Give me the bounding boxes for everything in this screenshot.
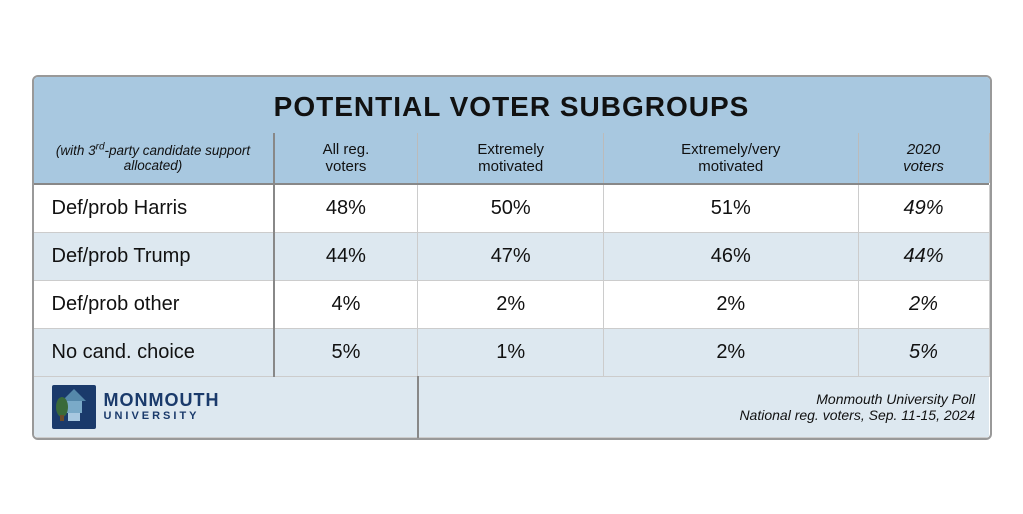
- col-header-2020: 2020voters: [858, 133, 989, 183]
- row-col1: 48%: [274, 185, 418, 233]
- col-header-label: (with 3rd-party candidate support alloca…: [34, 133, 274, 183]
- footer-row: MONMOUTH UNIVERSITY Monmouth University …: [34, 376, 990, 437]
- logo-area: MONMOUTH UNIVERSITY: [52, 385, 403, 429]
- data-table: (with 3rd-party candidate support alloca…: [34, 133, 990, 438]
- table-wrapper: (with 3rd-party candidate support alloca…: [34, 133, 990, 438]
- table-row: Def/prob Trump 44% 47% 46% 44%: [34, 232, 990, 280]
- row-col2: 47%: [418, 232, 604, 280]
- logo-text: MONMOUTH UNIVERSITY: [104, 391, 220, 423]
- col-header-extremely-very: Extremely/verymotivated: [604, 133, 858, 183]
- main-card: POTENTIAL VOTER SUBGROUPS (with 3rd-part…: [32, 75, 992, 440]
- row-col1: 44%: [274, 232, 418, 280]
- row-col2: 2%: [418, 280, 604, 328]
- row-label: Def/prob other: [34, 280, 274, 328]
- card-header: POTENTIAL VOTER SUBGROUPS: [34, 77, 990, 133]
- col-header-all-reg: All reg.voters: [274, 133, 418, 183]
- poll-name: Monmouth University Poll: [816, 391, 975, 407]
- poll-details: National reg. voters, Sep. 11-15, 2024: [739, 407, 975, 423]
- table-row: Def/prob other 4% 2% 2% 2%: [34, 280, 990, 328]
- table-row: No cand. choice 5% 1% 2% 5%: [34, 328, 990, 376]
- row-col3: 51%: [604, 185, 858, 233]
- row-label: Def/prob Harris: [34, 185, 274, 233]
- row-col1: 5%: [274, 328, 418, 376]
- row-col3: 2%: [604, 328, 858, 376]
- monmouth-logo-icon: [52, 385, 96, 429]
- header-row: (with 3rd-party candidate support alloca…: [34, 133, 990, 183]
- row-col3: 2%: [604, 280, 858, 328]
- table-row: Def/prob Harris 48% 50% 51% 49%: [34, 185, 990, 233]
- row-col2: 1%: [418, 328, 604, 376]
- card-title: POTENTIAL VOTER SUBGROUPS: [44, 91, 980, 123]
- row-col4: 2%: [858, 280, 989, 328]
- logo-monmouth: MONMOUTH: [104, 391, 220, 411]
- footer-logo: MONMOUTH UNIVERSITY: [34, 376, 418, 437]
- row-label: No cand. choice: [34, 328, 274, 376]
- row-col1: 4%: [274, 280, 418, 328]
- logo-university: UNIVERSITY: [104, 410, 220, 422]
- row-col4: 5%: [858, 328, 989, 376]
- row-col2: 50%: [418, 185, 604, 233]
- row-label: Def/prob Trump: [34, 232, 274, 280]
- row-col3: 46%: [604, 232, 858, 280]
- row-col4: 49%: [858, 185, 989, 233]
- col-header-extremely-motivated: Extremelymotivated: [418, 133, 604, 183]
- footer-citation: Monmouth University Poll National reg. v…: [418, 376, 989, 437]
- row-col4: 44%: [858, 232, 989, 280]
